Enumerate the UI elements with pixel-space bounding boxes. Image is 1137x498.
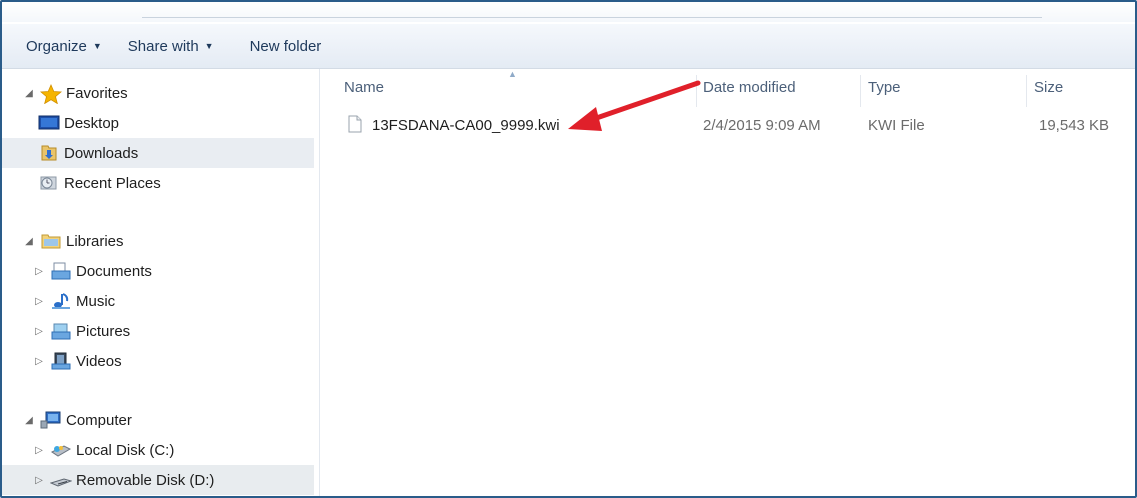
file-type: KWI File <box>868 117 925 134</box>
nav-computer-label: Computer <box>66 411 132 429</box>
organize-label: Organize <box>26 37 87 55</box>
desktop-icon <box>38 114 60 132</box>
documents-library-icon <box>50 262 71 280</box>
command-bar: Organize ▼ Share with ▼ New folder <box>2 24 1135 69</box>
pictures-library-icon <box>50 322 71 340</box>
share-with-label: Share with <box>127 37 199 55</box>
collapse-arrow-icon[interactable]: ◢ <box>22 88 36 99</box>
nav-item-label: Documents <box>76 262 152 280</box>
nav-item-downloads[interactable]: Downloads <box>2 138 314 168</box>
navigation-pane: ◢ Favorites Desktop Downloads Recent Pla… <box>2 69 320 496</box>
expand-arrow-icon[interactable]: ▷ <box>32 266 46 277</box>
nav-item-pictures[interactable]: ▷ Pictures <box>2 316 314 346</box>
nav-item-videos[interactable]: ▷ Videos <box>2 346 314 376</box>
star-icon <box>39 83 63 105</box>
new-folder-button[interactable]: New folder <box>246 31 326 61</box>
nav-item-label: Removable Disk (D:) <box>76 471 215 489</box>
nav-item-label: Recent Places <box>64 174 161 192</box>
annotation-arrow <box>568 80 701 131</box>
nav-item-documents[interactable]: ▷ Documents <box>2 256 314 286</box>
table-row[interactable]: 13FSDANA-CA00_9999.kwi 2/4/2015 9:09 AM … <box>320 69 1135 169</box>
nav-item-recent-places[interactable]: Recent Places <box>2 168 314 198</box>
organize-button[interactable]: Organize ▼ <box>22 31 106 61</box>
removable-disk-icon <box>49 471 73 489</box>
file-date-modified: 2/4/2015 9:09 AM <box>703 117 821 134</box>
nav-item-music[interactable]: ▷ Music <box>2 286 314 316</box>
videos-library-icon <box>50 352 71 370</box>
nav-item-label: Videos <box>76 352 122 370</box>
organize-dropdown-icon: ▼ <box>92 41 102 51</box>
expand-arrow-icon[interactable]: ▷ <box>32 356 46 367</box>
share-with-button[interactable]: Share with ▼ <box>124 31 218 61</box>
collapse-arrow-icon[interactable]: ◢ <box>22 415 36 426</box>
file-list-pane: Name ▲ Date modified Type Size 13FSDANA-… <box>320 69 1135 496</box>
downloads-folder-icon <box>38 144 58 162</box>
explorer-window: Organize ▼ Share with ▼ New folder ◢ Fav… <box>0 0 1137 498</box>
local-disk-icon <box>50 441 72 459</box>
nav-item-label: Desktop <box>64 114 120 132</box>
libraries-icon <box>40 232 61 250</box>
nav-libraries[interactable]: ◢ Libraries <box>2 226 314 256</box>
nav-favorites[interactable]: ◢ Favorites <box>2 78 314 108</box>
new-folder-label: New folder <box>249 37 322 55</box>
recent-places-icon <box>38 174 58 192</box>
nav-favorites-label: Favorites <box>66 84 128 102</box>
nav-item-label: Music <box>76 292 116 310</box>
nav-item-local-disk[interactable]: ▷ Local Disk (C:) <box>2 435 314 465</box>
music-library-icon <box>50 292 70 310</box>
collapse-arrow-icon[interactable]: ◢ <box>22 236 36 247</box>
file-name[interactable]: 13FSDANA-CA00_9999.kwi <box>372 117 560 134</box>
nav-item-label: Downloads <box>64 144 139 162</box>
expand-arrow-icon[interactable]: ▷ <box>32 296 46 307</box>
nav-item-label: Local Disk (C:) <box>76 441 175 459</box>
nav-item-label: Pictures <box>76 322 131 340</box>
nav-item-removable-disk[interactable]: ▷ Removable Disk (D:) <box>2 465 314 495</box>
file-size: 19,543 KB <box>1039 117 1110 134</box>
expand-arrow-icon[interactable]: ▷ <box>32 445 46 456</box>
address-strip <box>2 2 1135 22</box>
share-with-dropdown-icon: ▼ <box>204 41 214 51</box>
expand-arrow-icon[interactable]: ▷ <box>32 326 46 337</box>
expand-arrow-icon[interactable]: ▷ <box>32 475 46 486</box>
computer-icon <box>40 411 61 429</box>
nav-computer[interactable]: ◢ Computer <box>2 405 314 435</box>
file-icon <box>348 115 362 137</box>
nav-libraries-label: Libraries <box>66 232 124 250</box>
nav-item-desktop[interactable]: Desktop <box>2 108 314 138</box>
